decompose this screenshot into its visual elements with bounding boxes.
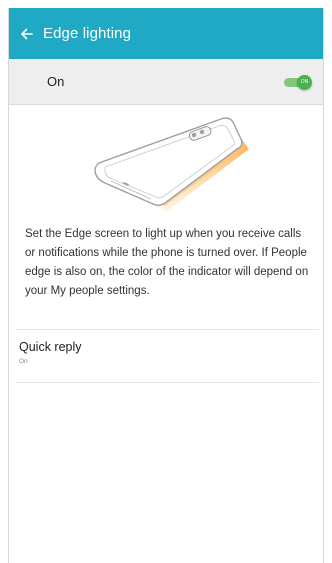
back-button[interactable]	[11, 8, 43, 59]
edge-lighting-screen: Edge lighting On ON Set the Edge screen …	[8, 8, 324, 563]
app-bar: Edge lighting	[9, 8, 323, 59]
list-item-subtitle: On	[19, 358, 28, 365]
list-item-title: Quick reply	[19, 340, 82, 354]
master-switch-label: On	[47, 74, 65, 89]
master-switch-row[interactable]: On ON	[9, 59, 323, 105]
edge-lighting-illustration	[9, 105, 323, 217]
quick-reply-setting[interactable]: Quick reply On	[15, 330, 319, 383]
master-toggle-switch[interactable]: ON	[282, 74, 312, 90]
phone-edge-glow-image	[94, 117, 249, 211]
arrow-left-icon	[21, 28, 33, 39]
page-title: Edge lighting	[43, 25, 132, 42]
toggle-thumb: ON	[297, 74, 312, 90]
description-text: Set the Edge screen to light up when you…	[15, 217, 319, 330]
